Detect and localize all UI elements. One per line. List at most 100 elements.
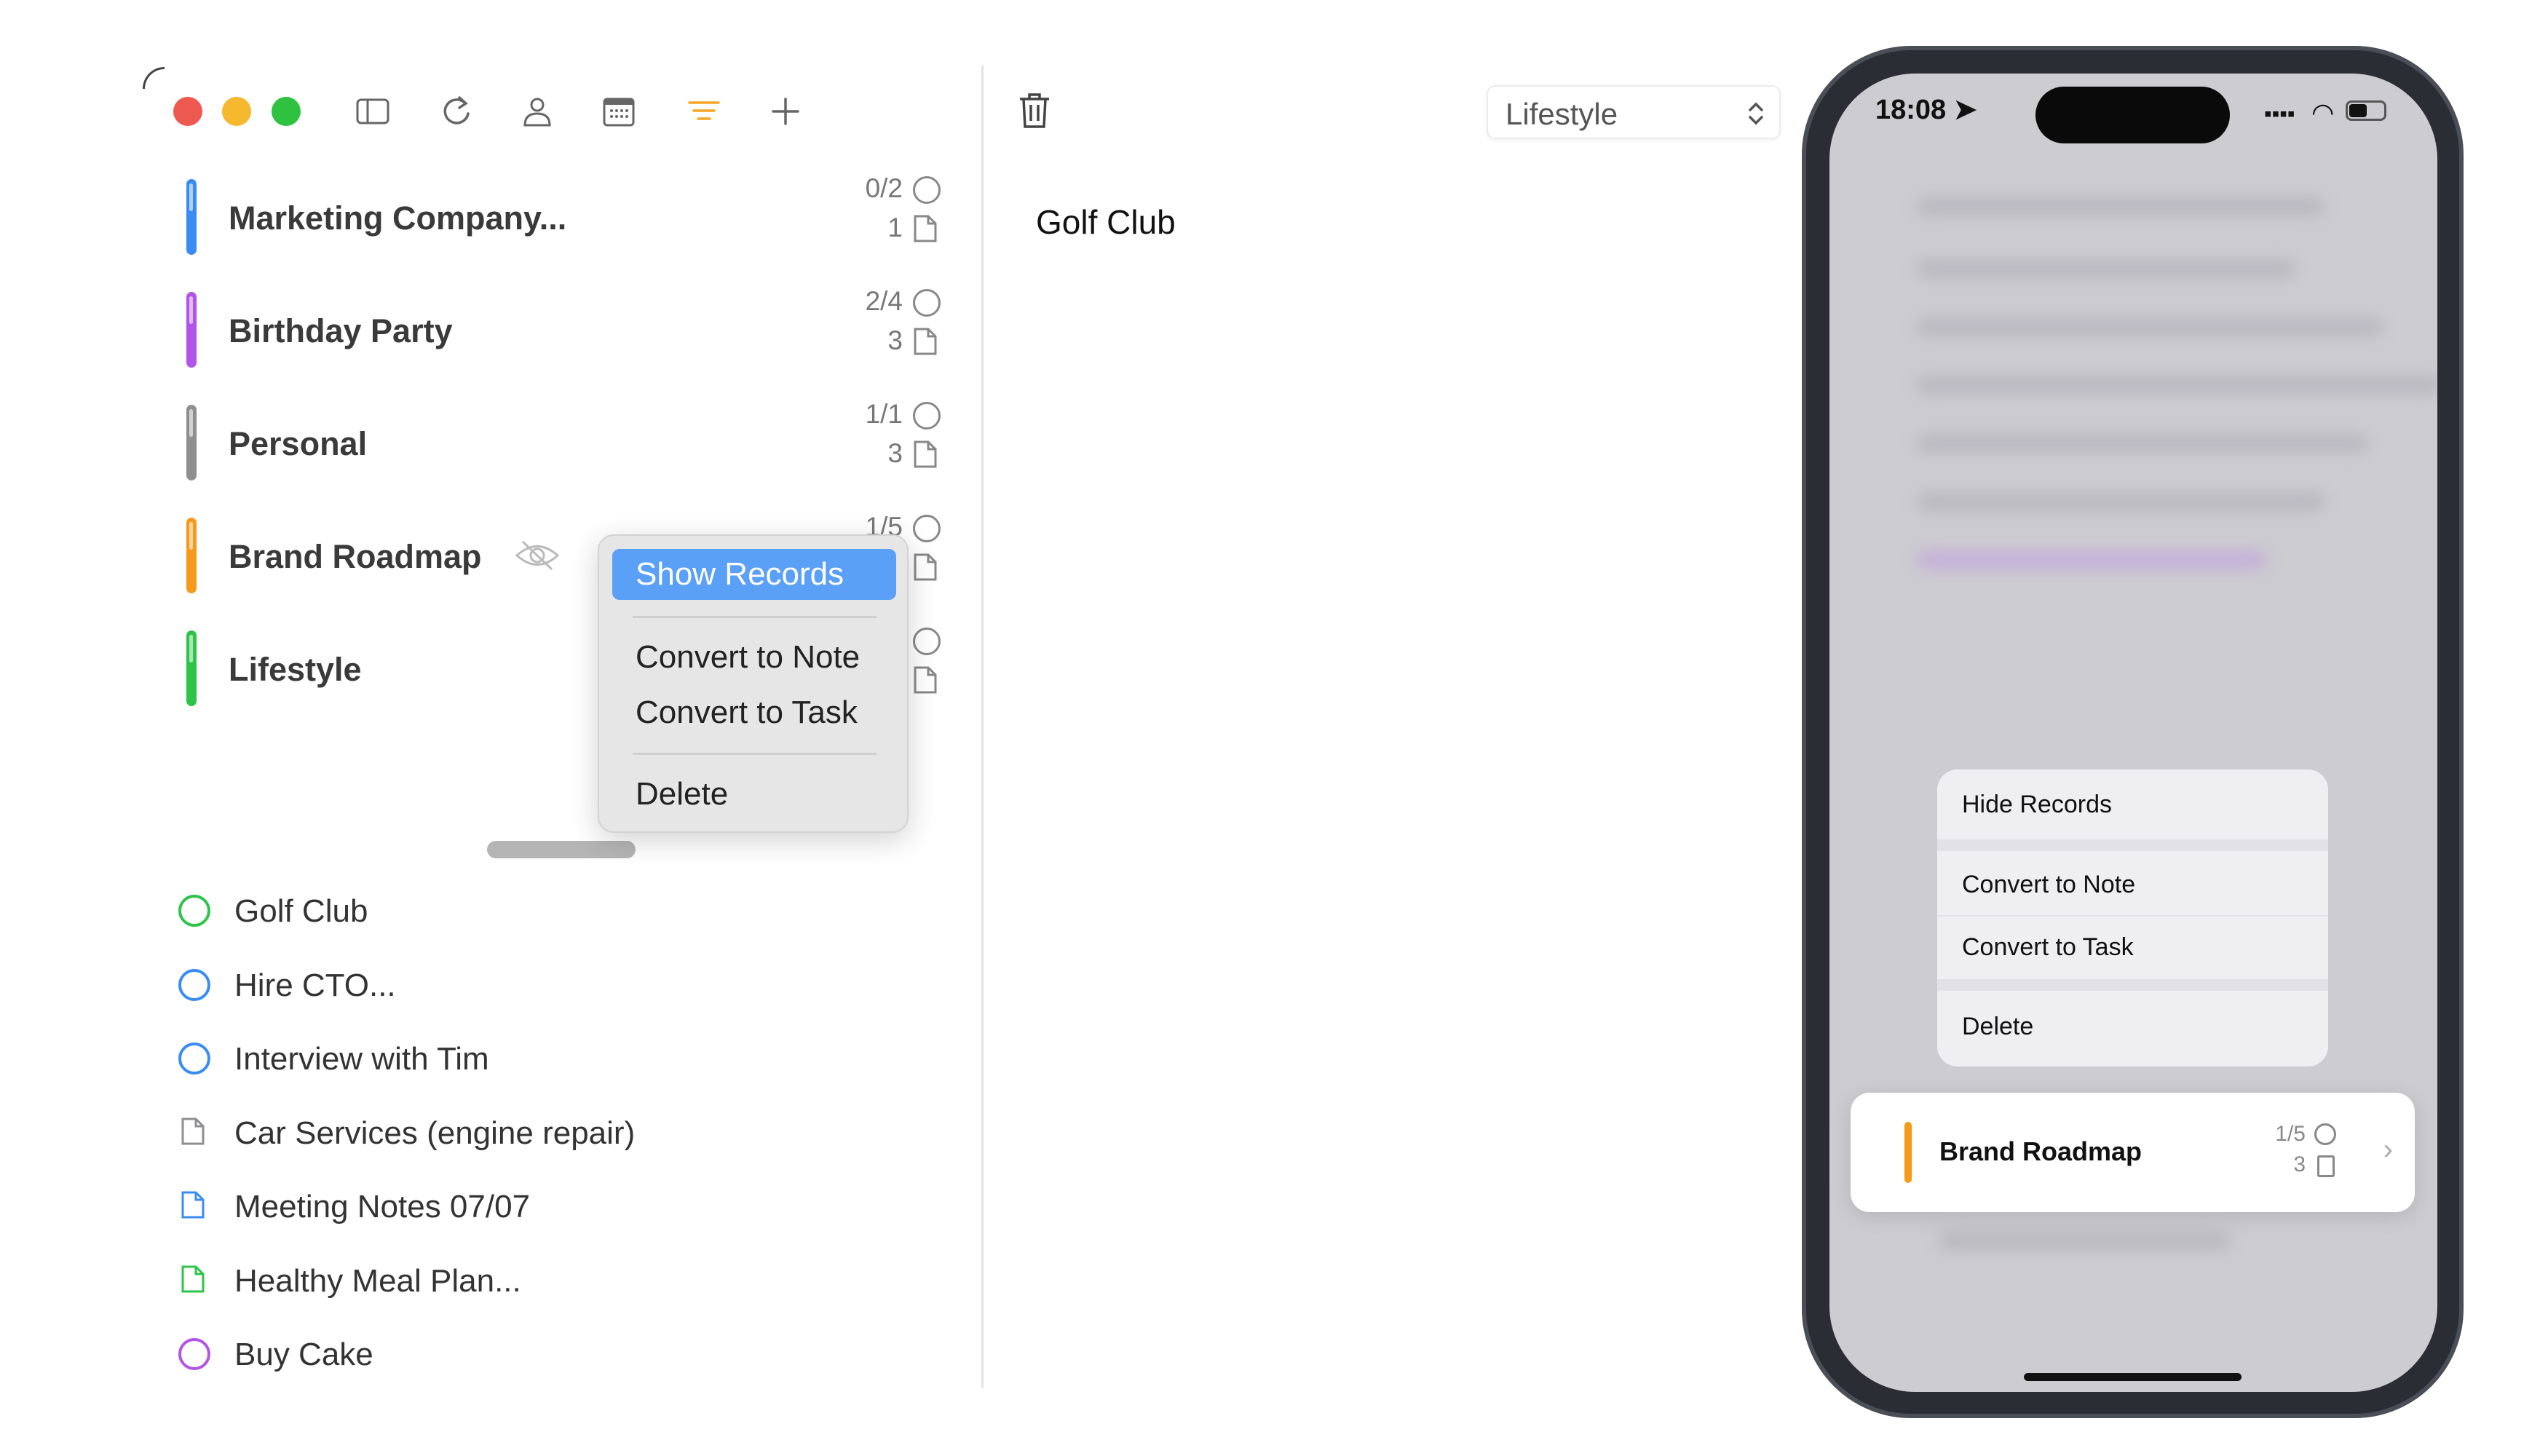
hidden-eye-icon	[514, 537, 561, 577]
record-item[interactable]: Meeting Notes 07/07	[175, 1174, 830, 1240]
person-button[interactable]	[519, 93, 555, 130]
delete-button[interactable]	[1018, 92, 1051, 133]
record-title: Interview with Tim	[234, 1041, 489, 1077]
project-color-bar	[186, 518, 197, 593]
refresh-icon	[443, 96, 470, 124]
note-count: 3	[2293, 1152, 2306, 1176]
record-title: Healthy Meal Plan...	[234, 1262, 521, 1299]
task-circle-icon	[178, 895, 210, 927]
phone-menu-item-hide-records[interactable]: Hide Records	[1937, 769, 2328, 839]
project-select[interactable]: Lifestyle	[1487, 85, 1781, 139]
project-title: Brand Roadmap	[1939, 1136, 2143, 1166]
menu-item-convert-to-task[interactable]: Convert to Task	[612, 687, 896, 738]
minimize-button[interactable]	[222, 97, 251, 126]
project-color-bar	[186, 179, 197, 255]
signal-icon: ▪▪▪▪	[2264, 102, 2295, 126]
phone-menu-item-delete[interactable]: Delete	[1937, 991, 2328, 1067]
home-indicator	[2024, 1373, 2242, 1381]
note-count: 3	[887, 438, 903, 468]
menu-item-show-records[interactable]: Show Records	[612, 549, 896, 600]
task-count: 0/2	[865, 173, 903, 203]
pane-divider[interactable]	[981, 66, 984, 1388]
task-circle-icon	[913, 515, 941, 542]
project-title: Brand Roadmap	[229, 538, 482, 575]
note-icon	[181, 1190, 205, 1223]
note-icon	[2317, 1155, 2335, 1177]
record-item[interactable]: Golf Club	[175, 879, 830, 944]
record-title: Car Services (engine repair)	[234, 1115, 636, 1151]
project-title: Marketing Company...	[229, 199, 567, 237]
record-item[interactable]: Buy Cake	[175, 1322, 830, 1388]
zoom-button[interactable]	[272, 97, 301, 126]
record-title: Hire CTO...	[234, 967, 396, 1003]
task-circle-icon	[913, 289, 941, 317]
context-menu: Show Records Convert to Note Convert to …	[598, 534, 909, 833]
phone-menu-item-convert-to-task[interactable]: Convert to Task	[1937, 917, 2328, 979]
note-icon	[913, 214, 938, 247]
trash-icon	[1020, 93, 1049, 128]
wifi-icon: ◠	[2311, 98, 2335, 127]
filter-icon	[688, 101, 720, 120]
record-title: Golf Club	[234, 893, 368, 929]
calendar-button[interactable]	[601, 93, 637, 130]
add-button[interactable]	[767, 93, 804, 130]
project-title: Birthday Party	[229, 312, 453, 349]
project-select-value: Lifestyle	[1506, 97, 1618, 131]
plus-icon	[772, 98, 799, 125]
project-title: Lifestyle	[229, 651, 362, 688]
project-color-bar	[186, 292, 197, 368]
sidebar-icon	[356, 98, 389, 124]
location-arrow-icon: ➤	[1953, 95, 1977, 125]
status-time: 18:08 ➤	[1875, 95, 1977, 125]
project-row[interactable]: Marketing Company... 0/2 1	[182, 173, 954, 261]
filter-button[interactable]	[686, 93, 722, 130]
project-color-bar	[186, 405, 197, 480]
battery-icon	[2346, 100, 2386, 121]
task-circle-icon	[913, 628, 941, 655]
sidebar-toggle-button[interactable]	[355, 93, 391, 130]
menu-item-delete[interactable]: Delete	[612, 769, 896, 820]
chevron-up-down-icon	[1749, 102, 1763, 125]
menu-separator	[633, 753, 877, 755]
task-circle-icon	[2314, 1123, 2336, 1145]
note-icon	[913, 327, 938, 360]
task-count: 1/5	[2275, 1122, 2306, 1146]
calendar-icon	[603, 98, 635, 127]
task-circle-icon	[178, 1338, 210, 1370]
record-title[interactable]: Golf Club	[1036, 202, 1176, 242]
task-count: 1/1	[865, 399, 903, 429]
record-title: Meeting Notes 07/07	[234, 1189, 531, 1224]
task-circle-icon	[913, 402, 941, 430]
note-count: 3	[887, 325, 903, 355]
window-corner	[143, 67, 165, 89]
record-item[interactable]: Hire CTO...	[175, 953, 830, 1018]
menu-separator	[633, 616, 877, 618]
dynamic-island	[2035, 87, 2230, 143]
person-icon	[523, 98, 551, 127]
note-icon	[181, 1265, 205, 1297]
task-count: 2/4	[865, 286, 903, 316]
record-item[interactable]: Interview with Tim	[175, 1026, 830, 1092]
task-circle-icon	[178, 1042, 210, 1075]
menu-item-convert-to-note[interactable]: Convert to Note	[612, 632, 896, 683]
phone-context-menu: Hide Records Convert to Note Convert to …	[1937, 769, 2328, 1067]
refresh-button[interactable]	[439, 93, 475, 130]
note-count: 1	[887, 213, 903, 242]
note-icon	[181, 1117, 205, 1150]
horizontal-scrollbar[interactable]	[487, 841, 636, 858]
project-title: Personal	[229, 425, 368, 462]
record-item[interactable]: Healthy Meal Plan...	[175, 1249, 830, 1314]
record-item[interactable]: Car Services (engine repair)	[175, 1101, 830, 1166]
task-circle-icon	[913, 176, 941, 204]
project-row[interactable]: Birthday Party 2/4 3	[182, 286, 954, 373]
note-icon	[913, 553, 938, 585]
chevron-right-icon: ›	[2383, 1133, 2393, 1166]
phone-menu-item-convert-to-note[interactable]: Convert to Note	[1937, 851, 2328, 915]
record-title: Buy Cake	[234, 1337, 373, 1372]
project-color-bar	[186, 630, 197, 706]
project-row[interactable]: Personal 1/1 3	[182, 399, 954, 486]
project-color-bar	[1904, 1122, 1912, 1183]
task-circle-icon	[178, 968, 210, 1001]
close-button[interactable]	[173, 97, 202, 126]
phone-project-card[interactable]: Brand Roadmap 1/5 3 ›	[1851, 1093, 2415, 1212]
